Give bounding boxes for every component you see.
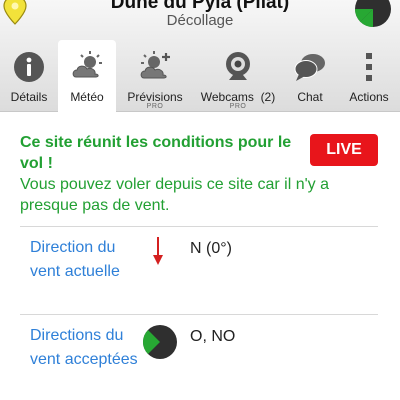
conditions-title: Ce site réunit les conditions pour le vo…: [20, 134, 292, 172]
tab-label: Actions: [349, 90, 389, 104]
more-vertical-icon: [366, 53, 372, 81]
tab-label: Chat: [297, 90, 323, 104]
divider: [20, 314, 378, 315]
conditions-text: Vous pouvez voler depuis ce site car il …: [20, 176, 329, 214]
tab-details[interactable]: Détails: [0, 40, 58, 112]
tab-webcams[interactable]: Webcams (2) PRO: [194, 40, 282, 112]
tab-meteo[interactable]: Météo: [58, 40, 116, 112]
wind-current-value: N (0°): [190, 240, 232, 257]
pro-badge: PRO: [146, 103, 164, 110]
site-header: Dune du Pyla (Pilat) Décollage Détails M…: [0, 0, 400, 112]
tab-chat[interactable]: Chat: [282, 40, 338, 112]
weather-cloud-sun-icon: [72, 51, 102, 78]
webcam-icon: [226, 52, 250, 80]
tab-label: Webcams (2): [200, 90, 276, 104]
wind-current-label[interactable]: Direction du vent actuelle: [30, 236, 140, 284]
pro-badge: PRO: [229, 103, 247, 110]
forecast-sun-plus-icon: [140, 51, 170, 79]
divider: [20, 226, 378, 227]
tab-actions[interactable]: Actions: [338, 40, 400, 112]
tab-label: Prévisions: [127, 90, 183, 104]
wind-sector-pie-icon: [355, 0, 391, 27]
wind-sector-pie-icon: [143, 325, 177, 359]
chat-bubbles-icon: [294, 54, 325, 81]
wind-accepted-value: O, NO: [190, 328, 236, 345]
tab-label: Météo: [70, 90, 104, 104]
wind-arrow-down-icon: [153, 237, 163, 265]
live-badge[interactable]: LIVE: [310, 134, 378, 166]
weather-panel: Ce site réunit les conditions pour le vo…: [0, 112, 400, 400]
info-icon: [14, 52, 44, 82]
site-subtitle: Décollage: [166, 12, 234, 29]
tab-bar: Détails Météo Prévisions PRO Webcams (2)…: [0, 40, 400, 112]
wind-accepted-label[interactable]: Directions du vent acceptées: [30, 324, 140, 372]
tab-label: Détails: [10, 90, 48, 104]
tab-previsions[interactable]: Prévisions PRO: [116, 40, 194, 112]
